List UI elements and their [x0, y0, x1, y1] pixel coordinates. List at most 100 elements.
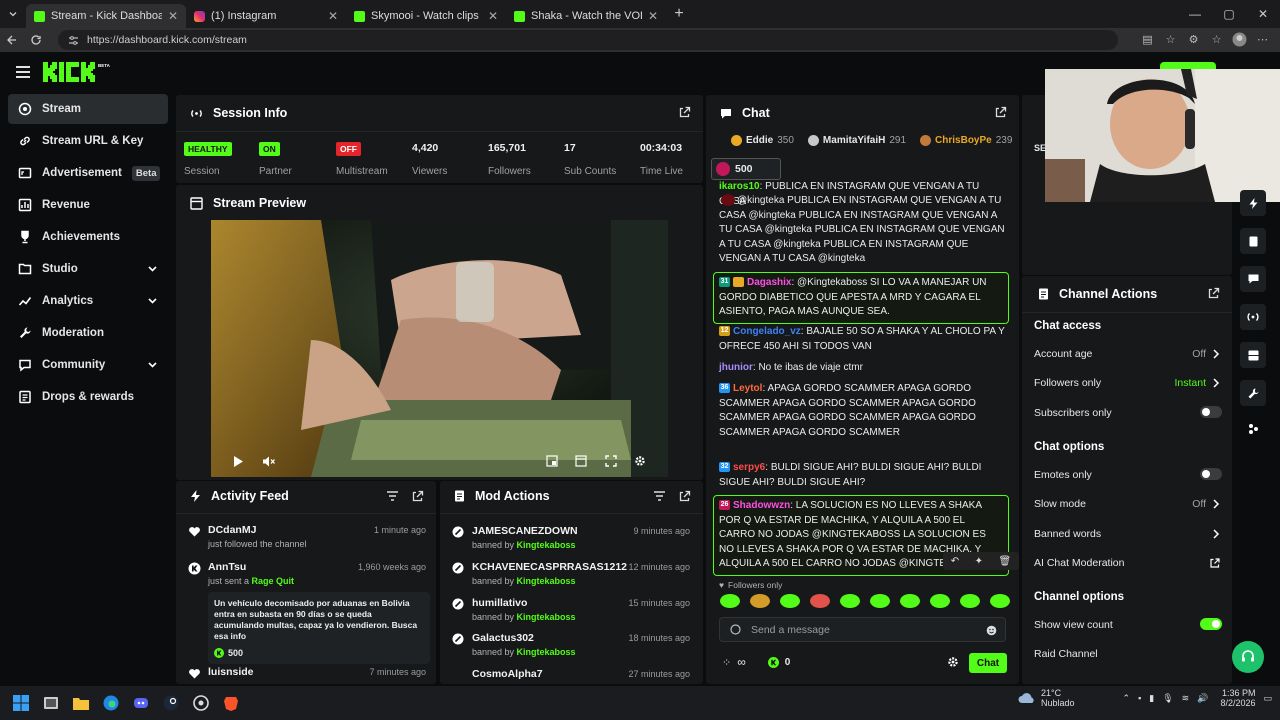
emotes-only-toggle[interactable]	[1200, 468, 1222, 480]
browser-tab-shaka[interactable]: Shaka - Watch the VOD on Kick ✕	[506, 4, 666, 28]
popout-icon[interactable]	[679, 490, 691, 502]
minimize-icon[interactable]: —	[1178, 0, 1212, 28]
reply-icon[interactable]: ↶	[951, 556, 959, 567]
url-field[interactable]: https://dashboard.kick.com/stream	[58, 30, 1118, 50]
favorite-star-icon[interactable]: ☆	[1163, 32, 1178, 47]
back-arrow-icon[interactable]	[0, 34, 24, 46]
leaderboard-entry[interactable]: MamitaYifaiH 291	[807, 135, 906, 146]
browser-tab-skymooi[interactable]: Skymooi - Watch clips on Kick ✕	[346, 4, 506, 28]
chat-username[interactable]: Dagashix	[747, 277, 791, 288]
emote-icon[interactable]	[900, 594, 920, 608]
moderator-name[interactable]: Kingtekaboss	[517, 647, 576, 657]
sidebar-item-studio[interactable]: Studio	[8, 254, 168, 284]
extensions-icon[interactable]: ⚙	[1186, 32, 1201, 47]
maximize-icon[interactable]: ▢	[1212, 0, 1246, 28]
emote-icon[interactable]	[840, 594, 860, 608]
steam-icon[interactable]	[156, 688, 186, 718]
popout-icon[interactable]	[1208, 287, 1220, 299]
chat-input[interactable]: Send a message	[719, 617, 1006, 642]
pin-icon[interactable]: ✦	[975, 556, 983, 567]
sidebar-item-community[interactable]: Community	[8, 350, 168, 380]
brave-browser-icon[interactable]	[216, 688, 246, 718]
more-menu-icon[interactable]: ⋯	[1255, 32, 1270, 47]
kick-logo[interactable]	[43, 62, 99, 82]
slow-mode-row[interactable]: Slow mode Off	[1034, 498, 1222, 510]
sidebar-item-drops-rewards[interactable]: Drops & rewards	[8, 382, 168, 412]
sidebar-item-moderation[interactable]: Moderation	[8, 318, 168, 348]
tab-list-chevron-icon[interactable]	[0, 0, 26, 28]
pinned-gift[interactable]: 500	[711, 158, 781, 180]
collections-icon[interactable]: ☆	[1209, 32, 1224, 47]
emote-icon[interactable]	[750, 594, 770, 608]
chat-gear-icon[interactable]	[947, 656, 959, 668]
close-tab-icon[interactable]: ✕	[328, 9, 338, 23]
emote-icon[interactable]	[780, 594, 800, 608]
sidebar-item-stream[interactable]: Stream	[8, 94, 168, 124]
emote-icon[interactable]	[930, 594, 950, 608]
emote-icon[interactable]	[960, 594, 980, 608]
chat-username[interactable]: Congelado_vz	[733, 326, 801, 337]
notification-icon[interactable]: ▭	[1263, 693, 1272, 704]
popout-icon[interactable]	[679, 106, 691, 118]
subscribers-only-toggle[interactable]	[1200, 406, 1222, 418]
wifi-icon[interactable]: ≋	[1182, 693, 1190, 704]
rail-wrench-icon[interactable]	[1240, 380, 1266, 406]
reload-icon[interactable]	[24, 34, 48, 46]
close-tab-icon[interactable]: ✕	[648, 9, 658, 23]
chat-settings-icon[interactable]	[730, 624, 741, 635]
close-tab-icon[interactable]: ✕	[168, 9, 178, 23]
people-icon[interactable]: ⁘	[722, 656, 731, 669]
chat-username[interactable]: jhunior	[719, 362, 753, 373]
stream-preview-video[interactable]	[211, 220, 668, 477]
banned-words-row[interactable]: Banned words	[1034, 528, 1222, 540]
popout-icon[interactable]	[412, 490, 424, 502]
filter-icon[interactable]	[387, 491, 398, 501]
sidebar-item-analytics[interactable]: Analytics	[8, 286, 168, 316]
rail-document-icon[interactable]	[1240, 228, 1266, 254]
delete-icon[interactable]: 🗑	[999, 556, 1012, 567]
windows-start-icon[interactable]	[6, 688, 36, 718]
tray-app-icon[interactable]: ▪	[1138, 693, 1141, 703]
emote-icon[interactable]	[720, 594, 740, 608]
emote-icon[interactable]	[990, 594, 1010, 608]
volume-icon[interactable]: 🔊	[1197, 693, 1208, 704]
emote-icon[interactable]	[870, 594, 890, 608]
raid-channel-row[interactable]: Raid Channel	[1034, 648, 1222, 660]
moderator-name[interactable]: Kingtekaboss	[517, 576, 576, 586]
sidebar-item-advertisement[interactable]: Advertisement Beta	[8, 158, 168, 188]
obs-icon[interactable]	[186, 688, 216, 718]
mic-icon[interactable]: 🎙	[1162, 693, 1173, 704]
chat-username[interactable]: Leytol	[733, 383, 762, 394]
rail-add-widget-icon[interactable]	[1240, 418, 1266, 438]
reading-view-icon[interactable]: ▤	[1140, 32, 1155, 47]
leaderboard-entry[interactable]: ChrisBoyPe 239	[920, 135, 1012, 146]
filter-icon[interactable]	[654, 491, 665, 501]
theater-mode-icon[interactable]	[575, 455, 587, 467]
chat-username[interactable]: Shadowwzn	[733, 500, 790, 511]
rail-broadcast-icon[interactable]	[1240, 304, 1266, 330]
chat-username[interactable]: serpy6	[733, 462, 765, 473]
rail-layout-icon[interactable]	[1240, 342, 1266, 368]
weather-widget[interactable]: 21°C Nublado	[1018, 688, 1075, 708]
account-age-row[interactable]: Account age Off	[1034, 348, 1222, 360]
emoji-icon[interactable]	[986, 625, 997, 636]
sidebar-item-achievements[interactable]: Achievements	[8, 222, 168, 252]
tray-chevron-icon[interactable]: ⌃	[1123, 693, 1131, 704]
popout-icon[interactable]	[995, 106, 1007, 118]
rail-lightning-icon[interactable]	[1240, 190, 1266, 216]
mute-icon[interactable]	[262, 455, 275, 468]
chat-username[interactable]: ikaros10	[719, 181, 760, 192]
browser-tab-instagram[interactable]: (1) Instagram ✕	[186, 4, 346, 28]
file-explorer-icon[interactable]	[66, 688, 96, 718]
picture-in-picture-icon[interactable]	[546, 455, 558, 467]
task-view-icon[interactable]	[36, 688, 66, 718]
ai-moderation-row[interactable]: AI Chat Moderation	[1034, 557, 1222, 569]
emote-icon[interactable]	[810, 594, 830, 608]
clock[interactable]: 1:36 PM 8/2/2026	[1220, 688, 1255, 708]
close-window-icon[interactable]: ✕	[1246, 0, 1280, 28]
network-icon[interactable]: ▮	[1149, 693, 1154, 704]
leaderboard-entry[interactable]: Eddie 350	[731, 135, 794, 146]
support-chat-button[interactable]	[1232, 641, 1264, 673]
show-view-count-toggle[interactable]	[1200, 618, 1222, 630]
chat-send-button[interactable]: Chat	[969, 653, 1007, 673]
